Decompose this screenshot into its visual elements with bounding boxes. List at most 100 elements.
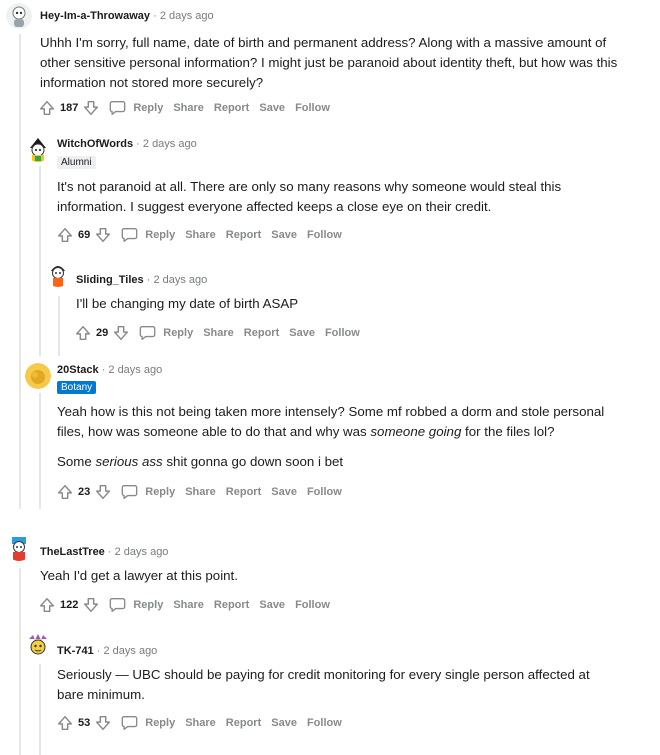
save-button[interactable]: Save [271, 486, 297, 498]
report-button[interactable]: Report [226, 717, 261, 729]
share-button[interactable]: Share [185, 717, 216, 729]
upvote-icon[interactable] [74, 324, 92, 342]
downvote-icon[interactable] [112, 324, 130, 342]
thread-line[interactable] [19, 34, 21, 509]
comment-body: Yeah how is this not being taken more in… [57, 402, 627, 472]
thread-line[interactable] [58, 296, 60, 356]
comment-paragraph: Uhhh I'm sorry, full name, date of birth… [40, 33, 630, 93]
username[interactable]: TK-741 [57, 645, 94, 657]
downvote-icon[interactable] [82, 99, 100, 117]
reply-button[interactable]: Reply [108, 596, 163, 614]
vote-score: 53 [78, 717, 91, 729]
thread-line[interactable] [19, 568, 21, 755]
username[interactable]: WitchOfWords [57, 138, 133, 150]
comment-actions: 69 Reply Share Report Save Follow [56, 225, 342, 245]
comment-bubble-icon [120, 714, 139, 732]
save-button[interactable]: Save [289, 327, 315, 339]
comment-text-italic: someone going [370, 424, 462, 439]
avatar[interactable] [25, 363, 51, 389]
avatar[interactable] [45, 261, 71, 287]
share-button[interactable]: Share [185, 486, 216, 498]
upvote-icon[interactable] [38, 99, 56, 117]
follow-button[interactable]: Follow [307, 486, 342, 498]
username[interactable]: 20Stack [57, 364, 99, 376]
reply-button[interactable]: Reply [120, 226, 175, 244]
meta-separator: · [107, 546, 112, 558]
user-flair: Botany [57, 381, 97, 394]
thread-line[interactable] [39, 664, 41, 755]
save-button[interactable]: Save [271, 717, 297, 729]
thread-line[interactable] [39, 393, 41, 509]
avatar[interactable] [6, 3, 32, 29]
meta-separator: · [101, 364, 106, 376]
report-button[interactable]: Report [226, 229, 261, 241]
downvote-icon[interactable] [94, 483, 112, 501]
reply-label: Reply [145, 717, 176, 729]
timestamp[interactable]: 2 days ago [115, 546, 169, 558]
report-button[interactable]: Report [244, 327, 279, 339]
comment-paragraph: Some serious ass shit gonna go down soon… [57, 452, 627, 472]
comment-bubble-icon [120, 226, 139, 244]
comment-text: Uhhh I'm sorry, full name, date of birth… [40, 35, 618, 90]
avatar[interactable] [25, 136, 51, 162]
comment-text: Some [57, 454, 96, 469]
comment-meta: 20Stack · 2 days ago [57, 364, 162, 376]
user-flair: Alumni [57, 156, 96, 169]
username[interactable]: TheLastTree [40, 546, 105, 558]
comment-actions: 23 Reply Share Report Save Follow [56, 482, 342, 502]
comment-text: for the files lol? [461, 424, 555, 439]
report-button[interactable]: Report [214, 599, 249, 611]
report-button[interactable]: Report [226, 486, 261, 498]
downvote-icon[interactable] [94, 714, 112, 732]
comment-body: Yeah I'd get a lawyer at this point. [40, 566, 630, 586]
timestamp[interactable]: 2 days ago [153, 274, 207, 286]
username[interactable]: Hey-Im-a-Throwaway [40, 10, 150, 22]
comment-text: Seriously — UBC should be paying for cre… [57, 667, 590, 702]
share-button[interactable]: Share [203, 327, 234, 339]
timestamp[interactable]: 2 days ago [160, 10, 214, 22]
reply-button[interactable]: Reply [120, 483, 175, 501]
comment-meta: Sliding_Tiles · 2 days ago [76, 274, 207, 286]
reply-button[interactable]: Reply [138, 324, 193, 342]
comment-text-italic: serious ass [95, 454, 163, 469]
timestamp[interactable]: 2 days ago [103, 645, 157, 657]
upvote-icon[interactable] [56, 226, 74, 244]
upvote-icon[interactable] [38, 596, 56, 614]
upvote-icon[interactable] [56, 714, 74, 732]
meta-separator: · [96, 645, 101, 657]
save-button[interactable]: Save [259, 102, 285, 114]
avatar[interactable] [6, 535, 32, 561]
share-button[interactable]: Share [185, 229, 216, 241]
meta-separator: · [153, 10, 157, 22]
follow-button[interactable]: Follow [325, 327, 360, 339]
reply-label: Reply [133, 599, 164, 611]
report-button[interactable]: Report [214, 102, 249, 114]
comment-paragraph: Seriously — UBC should be paying for cre… [57, 665, 617, 705]
downvote-icon[interactable] [94, 226, 112, 244]
comment-meta: TK-741 · 2 days ago [57, 645, 157, 657]
username[interactable]: Sliding_Tiles [76, 274, 144, 286]
avatar[interactable] [25, 633, 51, 659]
downvote-icon[interactable] [82, 596, 100, 614]
reply-button[interactable]: Reply [108, 99, 163, 117]
follow-button[interactable]: Follow [295, 599, 330, 611]
timestamp[interactable]: 2 days ago [143, 138, 197, 150]
upvote-icon[interactable] [56, 483, 74, 501]
save-button[interactable]: Save [271, 229, 297, 241]
comment-meta: TheLastTree · 2 days ago [40, 546, 168, 558]
comment-bubble-icon [120, 483, 139, 501]
reply-label: Reply [145, 486, 176, 498]
thread-line[interactable] [39, 166, 41, 356]
vote-score: 69 [78, 229, 91, 241]
comment-body: Seriously — UBC should be paying for cre… [57, 665, 617, 705]
follow-button[interactable]: Follow [295, 102, 330, 114]
save-button[interactable]: Save [259, 599, 285, 611]
follow-button[interactable]: Follow [307, 229, 342, 241]
share-button[interactable]: Share [173, 102, 204, 114]
comment-body: Uhhh I'm sorry, full name, date of birth… [40, 33, 630, 93]
comment-meta: Hey-Im-a-Throwaway · 2 days ago [40, 10, 214, 22]
timestamp[interactable]: 2 days ago [108, 364, 162, 376]
follow-button[interactable]: Follow [307, 717, 342, 729]
reply-button[interactable]: Reply [120, 714, 175, 732]
share-button[interactable]: Share [173, 599, 204, 611]
